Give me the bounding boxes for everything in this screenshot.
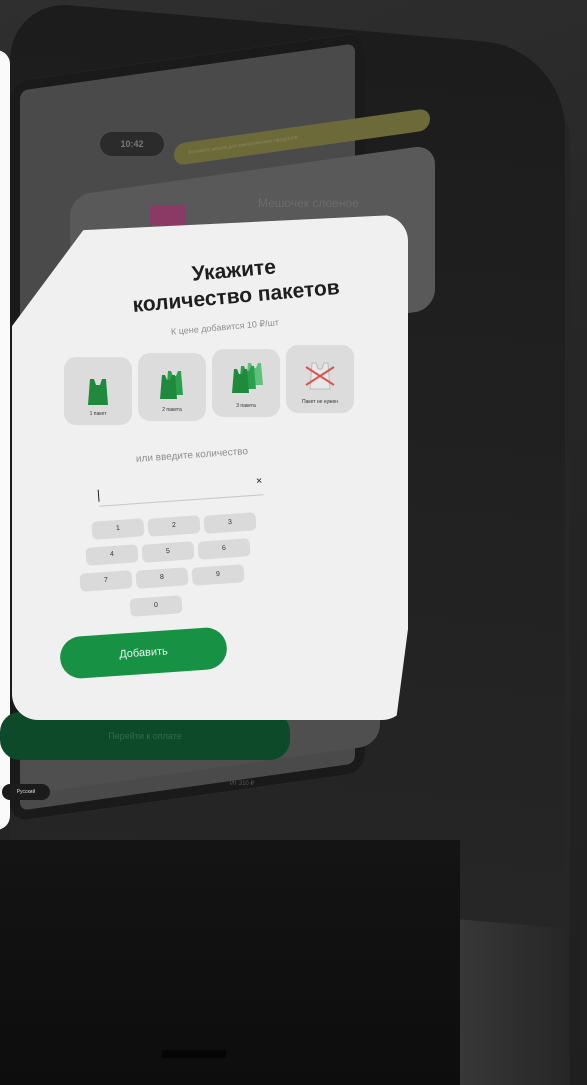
time-pill: 10:42 xyxy=(100,132,164,156)
no-bag-icon xyxy=(305,362,335,390)
key-6[interactable]: 6 xyxy=(197,538,251,560)
product-thumbnail xyxy=(150,205,186,225)
text-cursor xyxy=(97,489,100,502)
bag-option-2[interactable]: 2 пакета xyxy=(138,353,206,421)
status-bar: 10:42 Возьмите мешок для замороженных пр… xyxy=(100,108,430,166)
key-1[interactable]: 1 xyxy=(91,518,145,540)
key-7[interactable]: 7 xyxy=(79,570,133,592)
language-selector[interactable]: Русский xyxy=(2,784,50,800)
key-3[interactable]: 3 xyxy=(203,512,257,534)
bag-2-icon xyxy=(160,371,183,399)
no-bag-option[interactable]: Пакет не нужен xyxy=(286,345,354,413)
bag-option-3[interactable]: 3 пакета xyxy=(212,349,280,417)
bag-3-icon xyxy=(232,363,263,393)
bag-option-label: 2 пакета xyxy=(162,407,182,413)
side-card xyxy=(0,50,10,830)
key-0[interactable]: 0 xyxy=(129,595,183,617)
bag-option-1[interactable]: 1 пакет xyxy=(64,357,132,425)
footer-total: Ит 310 ₽ xyxy=(230,781,255,787)
key-2[interactable]: 2 xyxy=(147,515,201,537)
bag-option-label: Пакет не нужен xyxy=(301,399,339,405)
product-label: Мешочек слоеное xyxy=(258,196,359,210)
key-4[interactable]: 4 xyxy=(85,544,139,566)
kiosk-base xyxy=(0,840,460,1085)
bag-options: 1 пакет 2 пакета 3 пакета Пакет не нужен xyxy=(64,345,364,435)
bag-1-icon xyxy=(88,379,108,405)
close-icon[interactable]: ✕ xyxy=(255,476,262,485)
bag-option-label: 1 пакет xyxy=(89,411,107,417)
receipt-slot xyxy=(162,1050,226,1058)
key-5[interactable]: 5 xyxy=(141,541,195,563)
bag-option-label: 3 пакета xyxy=(236,403,256,409)
key-8[interactable]: 8 xyxy=(135,567,189,589)
key-9[interactable]: 9 xyxy=(191,564,245,586)
